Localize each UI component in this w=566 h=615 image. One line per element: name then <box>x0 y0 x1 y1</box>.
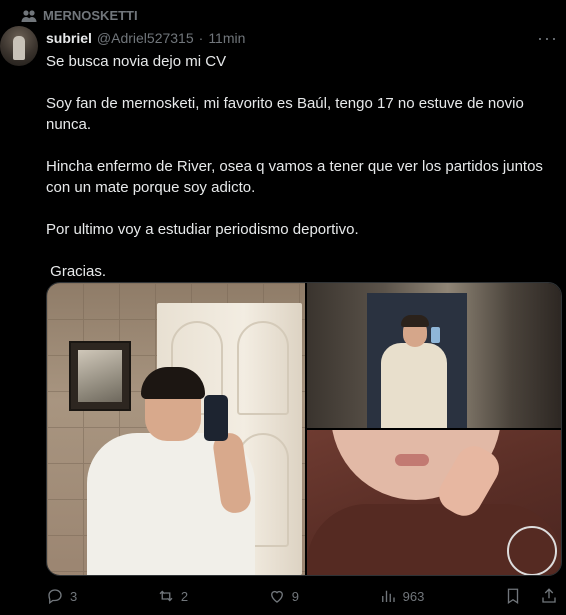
people-icon <box>21 9 37 22</box>
post-paragraph: Soy fan de mernosketi, mi favorito es Ba… <box>46 95 528 133</box>
right-actions <box>504 587 558 605</box>
photo-closeup-hoodie[interactable] <box>307 430 561 575</box>
action-bar: 3 2 9 963 <box>46 587 558 605</box>
repost-count: 2 <box>180 588 189 604</box>
like-button[interactable]: 9 <box>268 587 299 605</box>
reply-count: 3 <box>70 588 78 604</box>
post-header: subriel @Adriel527315 · 11min <box>46 30 245 46</box>
photo-mirror-selfie-hallway[interactable] <box>307 283 561 428</box>
bookmark-icon[interactable] <box>504 587 522 605</box>
post-paragraph: Se busca novia dejo mi CV <box>46 53 227 70</box>
views-button[interactable]: 963 <box>379 587 425 605</box>
views-icon <box>381 590 395 602</box>
post-paragraph: Hincha enfermo de River, osea q vamos a … <box>46 158 548 196</box>
views-count: 963 <box>402 588 425 604</box>
media-grid <box>46 282 562 576</box>
reply-button[interactable]: 3 <box>46 587 77 605</box>
repost-icon <box>159 590 173 602</box>
community-name: MERNOSKETTI <box>43 8 138 23</box>
post-paragraph: Por ultimo voy a estudiar periodismo dep… <box>46 221 359 238</box>
like-icon <box>270 590 283 603</box>
post-text: Se busca novia dejo mi CV Soy fan de mer… <box>46 51 551 282</box>
reply-icon <box>48 589 62 605</box>
community-label[interactable]: MERNOSKETTI <box>21 8 138 23</box>
photo-mirror-selfie-bathroom[interactable] <box>47 283 305 575</box>
timestamp[interactable]: 11min <box>208 30 245 46</box>
separator: · <box>198 30 204 46</box>
like-count: 9 <box>291 588 299 604</box>
share-icon[interactable] <box>540 587 558 605</box>
post-paragraph: Gracias. <box>46 263 107 280</box>
avatar[interactable] <box>0 26 38 66</box>
more-horizontal-icon[interactable]: ··· <box>537 28 558 49</box>
author-name[interactable]: subriel <box>46 30 92 46</box>
author-handle[interactable]: @Adriel527315 <box>97 30 194 46</box>
repost-button[interactable]: 2 <box>157 587 188 605</box>
